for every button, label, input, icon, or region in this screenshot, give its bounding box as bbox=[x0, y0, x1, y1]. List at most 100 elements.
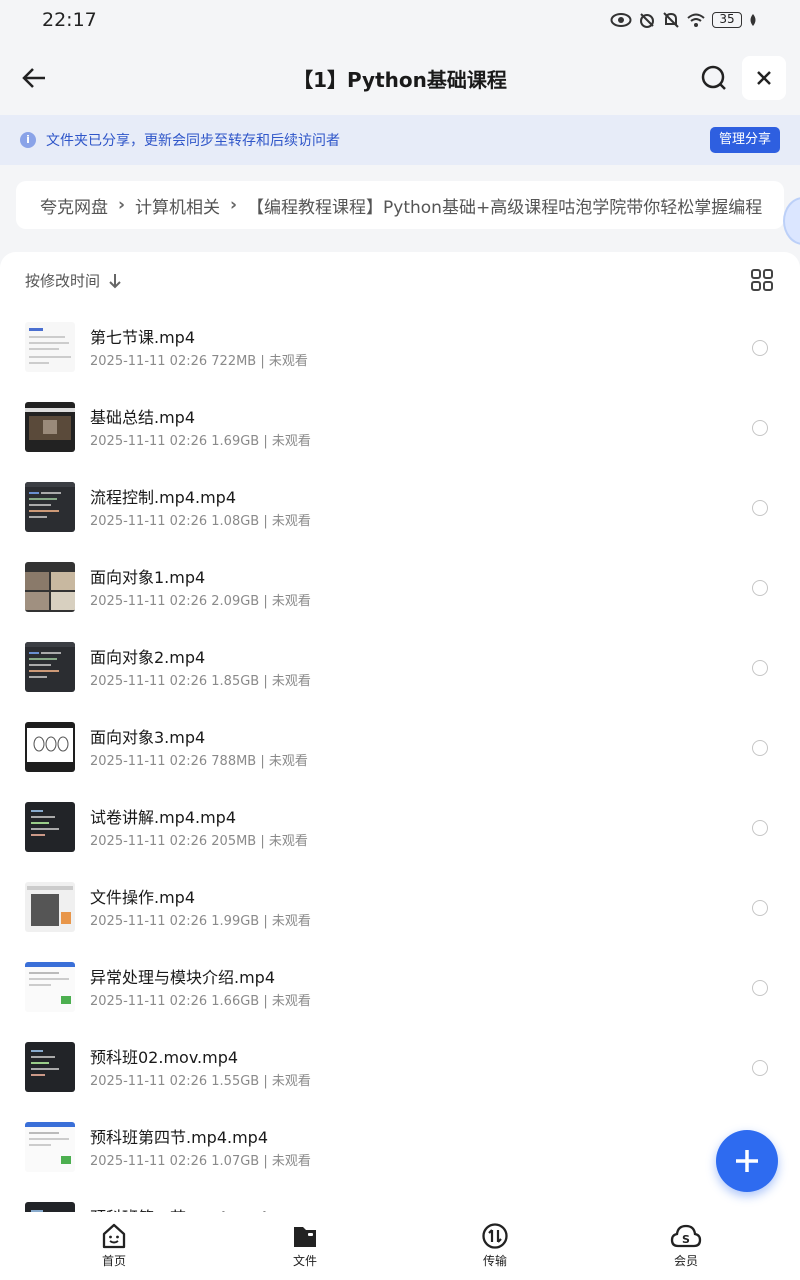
file-row[interactable]: 预科班第四节.mp4.mp4 2025-11-11 02:26 1.07GB | … bbox=[0, 1108, 800, 1188]
file-row[interactable]: 第七节课.mp4 2025-11-11 02:26 722MB | 未观看 bbox=[0, 308, 800, 388]
file-name: 基础总结.mp4 bbox=[90, 408, 196, 427]
select-radio[interactable] bbox=[752, 580, 768, 596]
grid-view-icon[interactable] bbox=[750, 268, 774, 292]
nav-item-transfer[interactable]: 传输 bbox=[455, 1222, 535, 1269]
breadcrumb-item-course[interactable]: 【编程教程课程】Python基础+高级课程咕泡学院带你轻松掌握编程 bbox=[247, 193, 762, 218]
close-icon bbox=[757, 71, 771, 85]
select-radio[interactable] bbox=[752, 660, 768, 676]
file-name: 面向对象3.mp4 bbox=[90, 728, 206, 747]
video-thumbnail bbox=[25, 482, 75, 532]
file-meta: 2025-11-11 02:26 1.66GB | 未观看 bbox=[90, 994, 311, 1009]
eye-icon bbox=[610, 13, 632, 27]
share-banner-text: 文件夹已分享，更新会同步至转存和后续访问者 bbox=[46, 133, 340, 149]
chevron-right-icon: › bbox=[230, 195, 238, 215]
file-row[interactable]: 试卷讲解.mp4.mp4 2025-11-11 02:26 205MB | 未观看 bbox=[0, 788, 800, 868]
file-row[interactable]: 预科班第一节.mp4.mp4 bbox=[0, 1188, 800, 1212]
file-name: 异常处理与模块介绍.mp4 bbox=[90, 968, 276, 987]
select-radio[interactable] bbox=[752, 980, 768, 996]
sort-label: 按修改时间 bbox=[25, 272, 101, 290]
file-row[interactable]: 面向对象1.mp4 2025-11-11 02:26 2.09GB | 未观看 bbox=[0, 548, 800, 628]
file-name: 流程控制.mp4.mp4 bbox=[90, 488, 237, 507]
battery-indicator: 35 bbox=[712, 12, 742, 28]
file-meta: 2025-11-11 02:26 1.69GB | 未观看 bbox=[90, 434, 311, 449]
file-meta: 2025-11-11 02:26 1.85GB | 未观看 bbox=[90, 674, 311, 689]
nav-item-member[interactable]: S 会员 bbox=[646, 1222, 726, 1269]
file-meta: 2025-11-11 02:26 205MB | 未观看 bbox=[90, 834, 308, 849]
file-name: 第七节课.mp4 bbox=[90, 328, 196, 347]
file-name: 预科班02.mov.mp4 bbox=[90, 1048, 239, 1067]
select-radio[interactable] bbox=[752, 1060, 768, 1076]
file-row[interactable]: 文件操作.mp4 2025-11-11 02:26 1.99GB | 未观看 bbox=[0, 868, 800, 948]
search-button[interactable] bbox=[694, 58, 734, 98]
nav-item-files[interactable]: 文件 bbox=[265, 1222, 345, 1269]
file-name: 面向对象2.mp4 bbox=[90, 648, 206, 667]
file-meta: 2025-11-11 02:26 722MB | 未观看 bbox=[90, 354, 308, 369]
nav-label-home: 首页 bbox=[101, 1254, 126, 1268]
video-thumbnail bbox=[25, 1122, 75, 1172]
video-thumbnail bbox=[25, 962, 75, 1012]
file-row[interactable]: 面向对象2.mp4 2025-11-11 02:26 1.85GB | 未观看 bbox=[0, 628, 800, 708]
transfer-icon bbox=[482, 1223, 508, 1249]
nav-label-member: 会员 bbox=[673, 1254, 698, 1268]
select-radio[interactable] bbox=[752, 420, 768, 436]
close-button[interactable] bbox=[742, 56, 786, 100]
bottom-nav: 首页 文件 传输 S 会员 bbox=[0, 1212, 800, 1280]
select-radio[interactable] bbox=[752, 740, 768, 756]
file-row[interactable]: 异常处理与模块介绍.mp4 2025-11-11 02:26 1.66GB | 未… bbox=[0, 948, 800, 1028]
file-meta: 2025-11-11 02:26 1.08GB | 未观看 bbox=[90, 514, 311, 529]
breadcrumb: 夸克网盘 › 计算机相关 › 【编程教程课程】Python基础+高级课程咕泡学院… bbox=[16, 181, 784, 229]
file-meta: 2025-11-11 02:26 1.55GB | 未观看 bbox=[90, 1074, 311, 1089]
file-name: 文件操作.mp4 bbox=[90, 888, 196, 907]
nav-item-home[interactable]: 首页 bbox=[74, 1222, 154, 1269]
file-list: 第七节课.mp4 2025-11-11 02:26 722MB | 未观看基础总结… bbox=[0, 308, 800, 1212]
title-bar: 【1】Python基础课程 bbox=[0, 48, 800, 108]
video-thumbnail bbox=[25, 322, 75, 372]
video-thumbnail bbox=[25, 882, 75, 932]
video-thumbnail bbox=[25, 722, 75, 772]
arrow-down-icon bbox=[109, 273, 121, 288]
file-row[interactable]: 面向对象3.mp4 2025-11-11 02:26 788MB | 未观看 bbox=[0, 708, 800, 788]
file-name: 预科班第四节.mp4.mp4 bbox=[90, 1128, 269, 1147]
alarm-icon bbox=[640, 13, 654, 28]
status-bar: 22:17 35 bbox=[0, 0, 800, 40]
share-banner: i 文件夹已分享，更新会同步至转存和后续访问者 管理分享 bbox=[0, 115, 800, 165]
manage-share-button[interactable]: 管理分享 bbox=[709, 127, 780, 153]
leaf-icon bbox=[750, 14, 756, 26]
video-thumbnail bbox=[25, 642, 75, 692]
file-row[interactable]: 流程控制.mp4.mp4 2025-11-11 02:26 1.08GB | 未观… bbox=[0, 468, 800, 548]
file-row[interactable]: 基础总结.mp4 2025-11-11 02:26 1.69GB | 未观看 bbox=[0, 388, 800, 468]
select-radio[interactable] bbox=[752, 500, 768, 516]
file-meta: 2025-11-11 02:26 1.99GB | 未观看 bbox=[90, 914, 311, 929]
video-thumbnail bbox=[25, 562, 75, 612]
info-icon: i bbox=[20, 132, 36, 148]
select-radio[interactable] bbox=[752, 900, 768, 916]
add-button[interactable] bbox=[716, 1130, 778, 1192]
folder-icon bbox=[294, 1227, 316, 1247]
file-meta: 2025-11-11 02:26 1.07GB | 未观看 bbox=[90, 1154, 311, 1169]
floating-assistant-icon[interactable] bbox=[783, 197, 800, 245]
breadcrumb-item-root[interactable]: 夸克网盘 bbox=[40, 193, 108, 218]
video-thumbnail bbox=[25, 802, 75, 852]
svg-text:S: S bbox=[682, 1233, 690, 1246]
video-thumbnail bbox=[25, 1202, 75, 1212]
file-meta: 2025-11-11 02:26 2.09GB | 未观看 bbox=[90, 594, 311, 609]
file-name: 预科班第一节.mp4.mp4 bbox=[90, 1204, 268, 1212]
select-radio[interactable] bbox=[752, 820, 768, 836]
video-thumbnail bbox=[25, 402, 75, 452]
nav-label-files: 文件 bbox=[292, 1254, 317, 1268]
file-name: 试卷讲解.mp4.mp4 bbox=[90, 808, 237, 827]
video-thumbnail bbox=[25, 1042, 75, 1092]
file-row[interactable]: 预科班02.mov.mp4 2025-11-11 02:26 1.55GB | 未… bbox=[0, 1028, 800, 1108]
plus-icon bbox=[736, 1150, 758, 1172]
member-cloud-icon: S bbox=[670, 1224, 702, 1248]
sort-control[interactable]: 按修改时间 bbox=[25, 270, 122, 291]
file-name: 面向对象1.mp4 bbox=[90, 568, 206, 587]
nav-label-transfer: 传输 bbox=[482, 1254, 507, 1268]
page-title: 【1】Python基础课程 bbox=[293, 68, 507, 92]
file-list-panel: 按修改时间 第七节课.mp4 2025-11-11 02:26 722MB | 未… bbox=[0, 252, 800, 1212]
status-time: 22:17 bbox=[42, 9, 97, 31]
select-radio[interactable] bbox=[752, 340, 768, 356]
breadcrumb-item-category[interactable]: 计算机相关 bbox=[135, 193, 220, 218]
file-meta: 2025-11-11 02:26 788MB | 未观看 bbox=[90, 754, 308, 769]
home-smile-icon bbox=[102, 1223, 126, 1249]
